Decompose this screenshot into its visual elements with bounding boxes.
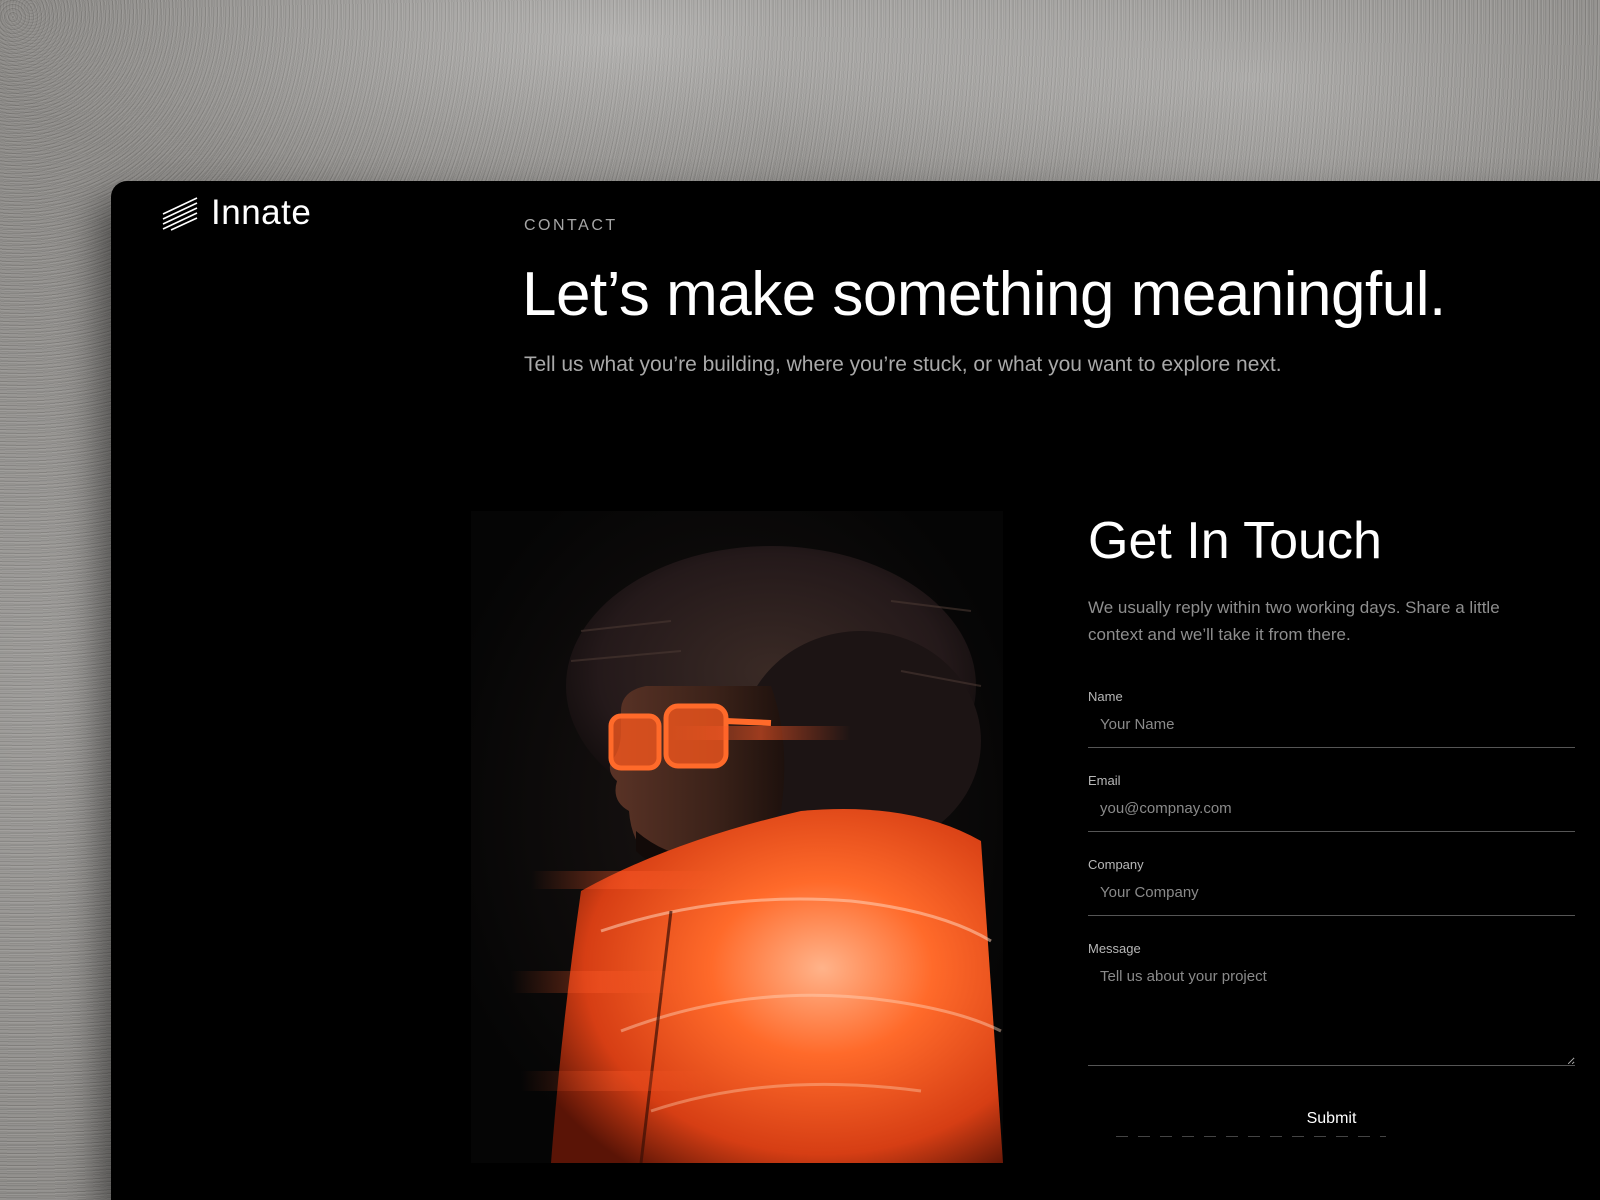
diagonal-lines-logo-icon: [162, 197, 198, 231]
browser-window: Innate CONTACT Let’s make something mean…: [111, 181, 1600, 1200]
email-field-group: Email: [1088, 773, 1575, 832]
message-field-group: Message: [1088, 941, 1575, 1066]
submit-divider: [1116, 1136, 1386, 1137]
submit-button[interactable]: Submit: [1088, 1099, 1575, 1139]
message-textarea[interactable]: [1088, 964, 1575, 1066]
email-label: Email: [1088, 773, 1121, 788]
page-subhead: Tell us what you’re building, where you’…: [524, 353, 1282, 376]
brand-logo[interactable]: Innate: [161, 193, 311, 233]
email-input[interactable]: [1088, 796, 1575, 832]
company-label: Company: [1088, 857, 1144, 872]
name-label: Name: [1088, 689, 1123, 704]
message-label: Message: [1088, 941, 1141, 956]
company-input[interactable]: [1088, 880, 1575, 916]
company-field-group: Company: [1088, 857, 1575, 916]
name-field-group: Name: [1088, 689, 1575, 748]
section-eyebrow: CONTACT: [524, 217, 618, 234]
portrait-illustration: [511, 546, 1003, 1163]
form-title: Get In Touch: [1088, 512, 1382, 570]
portrait-photo: [471, 511, 1003, 1163]
brand-name: Innate: [211, 193, 312, 232]
name-input[interactable]: [1088, 712, 1575, 748]
form-description: We usually reply within two working days…: [1088, 598, 1500, 644]
page-headline: Let’s make something meaningful.: [522, 260, 1446, 329]
